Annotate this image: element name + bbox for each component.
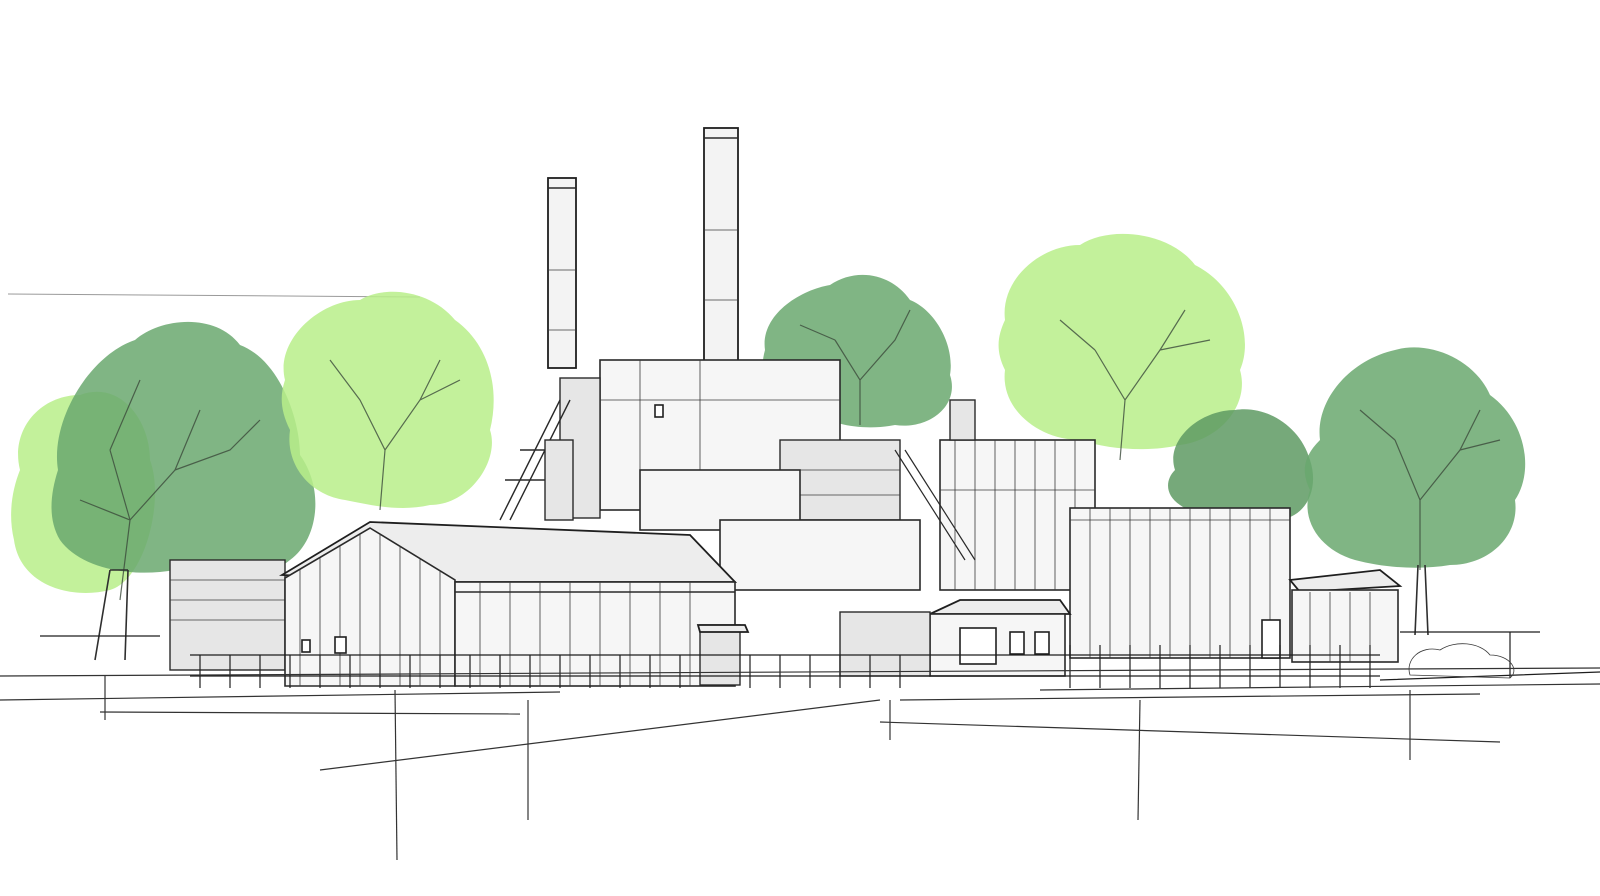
plant-far-right-shed — [1288, 569, 1403, 663]
chimney-left — [547, 177, 577, 369]
ground-plane-lines — [0, 667, 1600, 861]
warehouse-side-block — [169, 559, 286, 671]
shrub-right — [1408, 643, 1515, 679]
tree-left-light — [281, 291, 494, 511]
plant-right-box — [1069, 507, 1291, 659]
industrial-sketch-scene — [0, 127, 1600, 861]
plant-front-annex — [839, 599, 1072, 677]
warehouse-main — [278, 521, 750, 687]
horizon-guide — [7, 293, 421, 298]
